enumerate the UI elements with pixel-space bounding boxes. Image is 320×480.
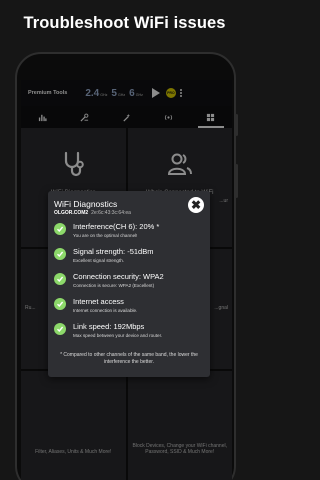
phone-button [235,114,238,136]
diagnostic-title: Interference(CH 6): 20% * [73,222,160,231]
bssid: 2e:6c:43:3c:64:ea [91,210,131,216]
check-icon [54,323,66,335]
ssid: OLGOR.COM2 [54,210,89,216]
diagnostic-detail: Excellent signal strength. [73,258,125,263]
diagnostic-title: Internet access [73,297,124,306]
wifi-diagnostics-dialog: WiFi Diagnostics OLGOR.COM2 2e:6c:43:3c:6… [48,191,210,377]
phone-button [235,164,238,198]
check-icon [54,248,66,260]
dialog-footnote: * Compared to other channels of the same… [60,352,198,365]
diagnostic-item: Connection security: WPA2 Connection is … [54,271,204,293]
diagnostic-detail: You are on the optimal channel! [73,233,138,238]
diagnostic-title: Connection security: WPA2 [73,272,164,281]
network-id: OLGOR.COM2 2e:6c:43:3c:64:ea [54,210,131,216]
diagnostic-item: Internet access Internet connection is a… [54,296,204,318]
promo-headline: Troubleshoot WiFi issues [23,14,226,32]
diagnostic-item: Interference(CH 6): 20% * You are on the… [54,221,204,243]
diagnostic-detail: Max speed between your device and router… [73,333,163,338]
diagnostic-item: Signal strength: -51dBm Excellent signal… [54,246,204,268]
diagnostic-item: Link speed: 192Mbps Max speed between yo… [54,321,204,343]
diagnostic-title: Signal strength: -51dBm [73,247,154,256]
check-icon [54,273,66,285]
diagnostic-detail: Connection is secure: WPA2 (Excellent) [73,283,155,288]
diagnostic-title: Link speed: 192Mbps [73,322,145,331]
check-icon [54,223,66,235]
diagnostic-detail: Internet connection is available. [73,308,138,313]
check-icon [54,298,66,310]
dialog-title: WiFi Diagnostics [54,199,118,209]
close-icon[interactable]: ✖ [188,197,204,213]
